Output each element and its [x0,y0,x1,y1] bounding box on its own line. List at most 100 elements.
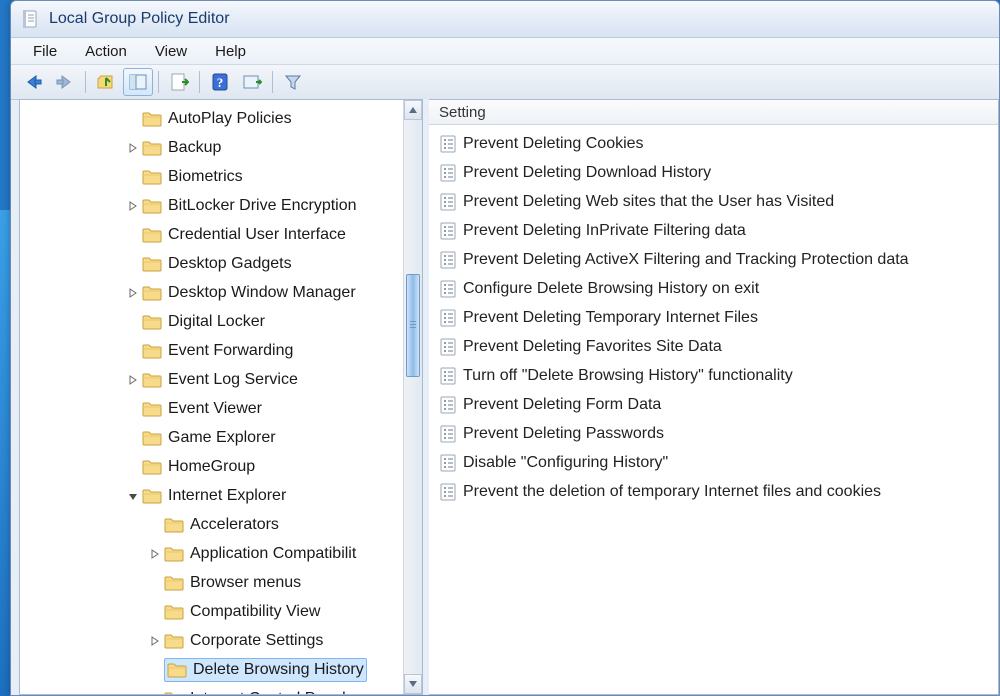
expander-icon [126,228,140,242]
setting-item[interactable]: Prevent Deleting Web sites that the User… [429,187,998,216]
expander-icon [126,257,140,271]
tree-item[interactable]: Event Viewer [20,394,422,423]
tree-item[interactable]: Browser menus [20,568,422,597]
toolbar-separator [85,71,86,93]
tree-item-label: Compatibility View [190,603,320,621]
folder-icon [142,459,162,475]
setting-item[interactable]: Prevent Deleting Form Data [429,390,998,419]
tree-item[interactable]: Application Compatibilit [20,539,422,568]
toolbar-separator [158,71,159,93]
tree-item[interactable]: Event Log Service [20,365,422,394]
tree-item[interactable]: Desktop Gadgets [20,249,422,278]
setting-icon [439,396,457,414]
setting-item[interactable]: Prevent Deleting Favorites Site Data [429,332,998,361]
setting-item[interactable]: Prevent Deleting ActiveX Filtering and T… [429,245,998,274]
tree-item[interactable]: Internet Control Panel [20,684,422,695]
settings-list[interactable]: Prevent Deleting Cookies Prevent Deleting… [429,125,998,694]
expander-icon[interactable] [126,489,140,503]
titlebar[interactable]: Local Group Policy Editor [11,1,999,38]
menu-action[interactable]: Action [71,41,141,62]
folder-icon [142,227,162,243]
setting-item[interactable]: Prevent Deleting Temporary Internet File… [429,303,998,332]
scroll-down-button[interactable] [404,674,422,694]
tree-item[interactable]: Delete Browsing History [20,655,422,684]
expander-icon [126,460,140,474]
tree-item-label: Internet Control Panel [190,690,346,696]
show-tree-button[interactable] [123,68,153,96]
tree-item[interactable]: Credential User Interface [20,220,422,249]
tree-item-label: Browser menus [190,574,301,592]
tree-item-label: Accelerators [190,516,279,534]
setting-item[interactable]: Prevent Deleting Cookies [429,129,998,158]
up-button[interactable] [91,68,121,96]
tree-item[interactable]: Internet Explorer [20,481,422,510]
setting-label: Prevent Deleting Web sites that the User… [463,193,834,211]
tree-item[interactable]: Biometrics [20,162,422,191]
menu-help[interactable]: Help [201,41,260,62]
export-button[interactable] [164,68,194,96]
folder-icon [142,430,162,446]
setting-item[interactable]: Disable "Configuring History" [429,448,998,477]
forward-button[interactable] [50,68,80,96]
toolbar-separator [272,71,273,93]
setting-label: Prevent Deleting Cookies [463,135,644,153]
folder-icon [142,343,162,359]
menu-file[interactable]: File [19,41,71,62]
tree-item[interactable]: Accelerators [20,510,422,539]
setting-icon [439,251,457,269]
expander-icon[interactable] [148,692,162,696]
list-header-setting[interactable]: Setting [429,100,998,125]
scroll-track[interactable] [404,118,422,676]
tree-scrollbar[interactable] [403,100,422,694]
folder-icon [164,604,184,620]
setting-label: Configure Delete Browsing History on exi… [463,280,759,298]
app-window: Local Group Policy Editor File Action Vi… [10,0,1000,696]
setting-item[interactable]: Prevent Deleting Download History [429,158,998,187]
tree-item[interactable]: Digital Locker [20,307,422,336]
folder-icon [164,575,184,591]
folder-icon [142,488,162,504]
setting-item[interactable]: Prevent Deleting InPrivate Filtering dat… [429,216,998,245]
tree-item-label: Event Forwarding [168,342,293,360]
tree-item[interactable]: AutoPlay Policies [20,104,422,133]
expander-icon[interactable] [148,634,162,648]
setting-label: Prevent Deleting Passwords [463,425,664,443]
help-button[interactable]: ? [205,68,235,96]
tree-item[interactable]: Event Forwarding [20,336,422,365]
filter-button[interactable] [278,68,308,96]
setting-item[interactable]: Prevent Deleting Passwords [429,419,998,448]
expander-icon[interactable] [126,199,140,213]
list-pane: Setting Prevent Deleting CookiesPrevent … [429,99,999,695]
setting-icon [439,483,457,501]
folder-icon [164,517,184,533]
tree-item-label: Desktop Window Manager [168,284,356,302]
desktop-background [0,210,10,696]
tree-item[interactable]: Compatibility View [20,597,422,626]
menu-view[interactable]: View [141,41,201,62]
expander-icon [126,315,140,329]
scroll-up-button[interactable] [404,100,422,120]
expander-icon [126,112,140,126]
expander-icon[interactable] [126,141,140,155]
setting-item[interactable]: Turn off "Delete Browsing History" funct… [429,361,998,390]
tree-item-label: Digital Locker [168,313,265,331]
run-button[interactable] [237,68,267,96]
setting-item[interactable]: Prevent the deletion of temporary Intern… [429,477,998,506]
back-button[interactable] [18,68,48,96]
expander-icon [148,518,162,532]
tree[interactable]: AutoPlay PoliciesBackupBiometricsBitLock… [20,100,422,695]
expander-icon[interactable] [126,373,140,387]
tree-item[interactable]: Corporate Settings [20,626,422,655]
expander-icon[interactable] [148,547,162,561]
tree-item[interactable]: HomeGroup [20,452,422,481]
expander-icon[interactable] [126,286,140,300]
tree-item[interactable]: Desktop Window Manager [20,278,422,307]
setting-item[interactable]: Configure Delete Browsing History on exi… [429,274,998,303]
tree-item[interactable]: Backup [20,133,422,162]
scroll-thumb[interactable] [406,274,420,376]
tree-item-label: Game Explorer [168,429,276,447]
tree-item[interactable]: Game Explorer [20,423,422,452]
setting-icon [439,309,457,327]
folder-icon [142,198,162,214]
tree-item[interactable]: BitLocker Drive Encryption [20,191,422,220]
